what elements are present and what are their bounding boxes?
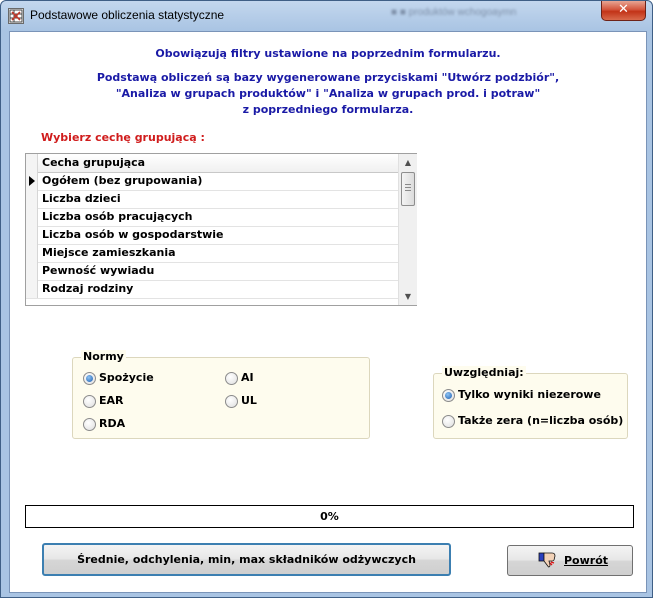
radio-label: AI <box>241 371 254 384</box>
radio-unchecked-icon <box>225 395 238 408</box>
radio-unchecked-icon <box>83 418 96 431</box>
include-group: Uwzględniaj: Tylko wyniki niezerowe Takż… <box>433 366 628 439</box>
scroll-down-icon[interactable]: ▼ <box>399 288 417 305</box>
compute-statistics-button[interactable]: Średnie, odchylenia, min, max składników… <box>42 543 451 576</box>
grid-row[interactable]: Liczba dzieci <box>26 190 398 209</box>
grid-cell[interactable]: Miejsce zamieszkania <box>42 246 176 259</box>
row-selector[interactable] <box>26 172 38 190</box>
row-selector[interactable] <box>26 244 38 262</box>
grid-header: Cecha grupująca <box>26 154 398 173</box>
close-icon: ✕ <box>618 2 629 17</box>
window-title: Podstawowe obliczenia statystyczne <box>30 8 225 22</box>
radio-unchecked-icon <box>83 395 96 408</box>
grip-line <box>405 187 411 188</box>
thumbs-down-icon <box>538 552 556 568</box>
grid-row[interactable]: Ogółem (bez grupowania) <box>26 172 398 191</box>
grid-cell[interactable]: Ogółem (bez grupowania) <box>42 174 202 187</box>
grid-row[interactable]: Rodzaj rodziny <box>26 280 398 299</box>
norms-group: Normy Spożycie AI EAR UL RDA <box>72 350 370 439</box>
close-button[interactable]: ✕ <box>601 1 646 21</box>
info-line-1: Obowiązują filtry ustawione na poprzedni… <box>155 47 501 60</box>
title-bar: Podstawowe obliczenia statystyczne ■ ■ p… <box>1 1 652 31</box>
grid-row[interactable]: Liczba osób pracujących <box>26 208 398 227</box>
row-selector[interactable] <box>26 226 38 244</box>
grid-row[interactable]: Miejsce zamieszkania <box>26 244 398 263</box>
grouping-grid[interactable]: Cecha grupująca Ogółem (bez grupowania) … <box>25 153 417 306</box>
back-button[interactable]: Powrót <box>507 545 633 576</box>
grip-line <box>405 184 411 185</box>
grouping-label: Wybierz cechę grupującą : <box>41 131 205 144</box>
radio-label: Spożycie <box>99 371 154 384</box>
radio-unchecked-icon <box>442 415 455 428</box>
radio-label: EAR <box>99 394 124 407</box>
grid-cell[interactable]: Liczba osób pracujących <box>42 210 193 223</box>
form-client-area: Obowiązują filtry ustawione na poprzedni… <box>9 31 647 593</box>
row-selector[interactable] <box>26 280 38 298</box>
radio-checked-icon <box>83 372 96 385</box>
grip-line <box>405 190 411 191</box>
row-selector[interactable] <box>26 208 38 226</box>
grid-row[interactable]: Liczba osób w gospodarstwie <box>26 226 398 245</box>
back-button-label: Powrót <box>564 554 609 567</box>
radio-label: Tylko wyniki niezerowe <box>458 388 601 401</box>
grid-header-corner <box>26 154 38 172</box>
row-selector[interactable] <box>26 262 38 280</box>
scroll-up-icon[interactable]: ▲ <box>399 154 417 171</box>
radio-label: RDA <box>99 417 126 430</box>
include-group-title: Uwzględniaj: <box>442 366 526 379</box>
row-selector-arrow-icon <box>29 176 35 186</box>
grid-cell[interactable]: Pewność wywiadu <box>42 264 154 277</box>
grid-row[interactable]: Pewność wywiadu <box>26 262 398 281</box>
info-line-3: "Analiza w grupach produktów" i "Analiza… <box>115 87 541 100</box>
background-window-title: ■ ■ produktów wchogoaymn <box>391 7 517 18</box>
radio-label: UL <box>241 394 257 407</box>
vertical-scrollbar[interactable]: ▲ ▼ <box>398 154 417 305</box>
radio-unchecked-icon <box>225 372 238 385</box>
grid-cell[interactable]: Rodzaj rodziny <box>42 282 133 295</box>
radio-checked-icon <box>442 389 455 402</box>
grid-cell[interactable]: Liczba dzieci <box>42 192 121 205</box>
table-icon <box>8 8 24 24</box>
row-selector[interactable] <box>26 190 38 208</box>
scroll-thumb[interactable] <box>401 172 415 206</box>
radio-label: Także zera (n=liczba osób) <box>458 414 624 427</box>
progress-text: 0% <box>320 510 339 523</box>
column-header-cecha[interactable]: Cecha grupująca <box>42 156 145 169</box>
progress-bar: 0% <box>25 505 634 528</box>
norms-group-title: Normy <box>81 350 126 363</box>
grid-cell[interactable]: Liczba osób w gospodarstwie <box>42 228 224 241</box>
info-line-2: Podstawą obliczeń są bazy wygenerowane p… <box>96 71 560 84</box>
main-window: Podstawowe obliczenia statystyczne ■ ■ p… <box>0 0 653 598</box>
info-line-4: z poprzedniego formularza. <box>242 103 414 116</box>
